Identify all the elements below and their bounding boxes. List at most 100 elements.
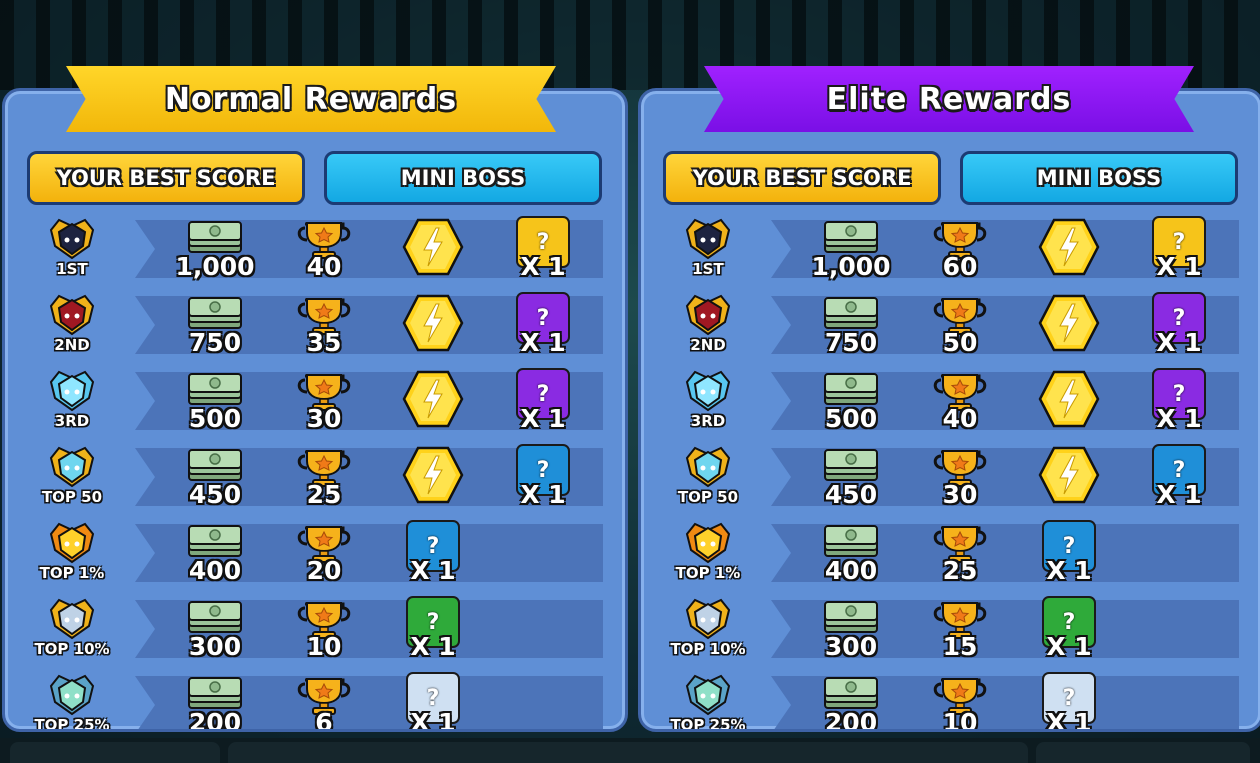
trophy-reward: 40 [278, 216, 370, 282]
crate-quantity: X 1 [1046, 632, 1092, 661]
trophy-reward: 60 [914, 216, 1006, 282]
cash-reward: 500 [805, 368, 897, 434]
your-best-score-label: YOUR BEST SCORE [56, 166, 276, 190]
power-reward[interactable] [387, 292, 479, 358]
trophy-amount: 50 [942, 328, 978, 357]
rank-label: TOP 25% [670, 716, 746, 732]
power-reward[interactable] [1023, 216, 1115, 282]
cash-amount: 400 [824, 556, 878, 585]
cash-reward: 200 [169, 672, 261, 729]
question-mark-icon: ? [426, 533, 440, 559]
cash-amount: 200 [824, 708, 878, 732]
reward-row: TOP 1% 400 25 ? X 1 [641, 520, 1260, 592]
bottom-bar [0, 738, 1260, 763]
crate-reward[interactable]: ? X 1 [1023, 596, 1115, 662]
your-best-score-label: YOUR BEST SCORE [692, 166, 912, 190]
reward-row: 2ND 750 35 ? X 1 [5, 292, 625, 364]
crate-reward[interactable]: ? X 1 [497, 292, 589, 358]
crate-reward[interactable]: ? X 1 [497, 216, 589, 282]
power-reward[interactable] [387, 368, 479, 434]
your-best-score-tab[interactable]: YOUR BEST SCORE [663, 151, 941, 205]
question-mark-icon: ? [1062, 685, 1076, 711]
trophy-amount: 60 [942, 252, 978, 281]
power-reward[interactable] [1023, 368, 1115, 434]
bottom-tab[interactable] [10, 742, 220, 763]
reward-row: 1ST 1,000 40 ? X 1 [5, 216, 625, 288]
crate-reward[interactable]: ? X 1 [387, 672, 479, 729]
crate-quantity: X 1 [1156, 252, 1202, 281]
crate-reward[interactable]: ? X 1 [497, 368, 589, 434]
mini-boss-label: MINI BOSS [400, 166, 526, 190]
power-reward[interactable] [387, 444, 479, 510]
your-best-score-tab[interactable]: YOUR BEST SCORE [27, 151, 305, 205]
crate-quantity: X 1 [1046, 708, 1092, 732]
cash-amount: 300 [188, 632, 242, 661]
crate-quantity: X 1 [520, 404, 566, 433]
trophy-reward: 6 [278, 672, 370, 732]
crate-reward[interactable]: ? X 1 [497, 444, 589, 510]
rank-label: 2ND [54, 336, 90, 354]
mini-boss-tab[interactable]: MINI BOSS [324, 151, 602, 205]
crate-reward[interactable]: ? X 1 [1023, 672, 1115, 732]
crate-reward[interactable]: ? X 1 [1133, 292, 1225, 358]
rank-medal: 1ST [663, 216, 753, 282]
reward-row: 2ND 750 50 ? X 1 [641, 292, 1260, 364]
power-reward[interactable] [387, 216, 479, 282]
mini-boss-label: MINI BOSS [1036, 166, 1162, 190]
crate-reward[interactable]: ? X 1 [1133, 368, 1225, 434]
reward-row: TOP 25% 200 6 ? X 1 [5, 672, 625, 732]
mini-boss-tab[interactable]: MINI BOSS [960, 151, 1238, 205]
rank-label: TOP 25% [34, 716, 110, 732]
rank-label: TOP 1% [39, 564, 105, 582]
rank-medal: TOP 25% [663, 672, 753, 732]
crate-quantity: X 1 [1156, 328, 1202, 357]
power-reward[interactable] [1023, 292, 1115, 358]
trophy-amount: 20 [306, 556, 342, 585]
rank-medal: 1ST [27, 216, 117, 282]
crate-reward[interactable]: ? X 1 [1133, 444, 1225, 510]
cash-reward: 300 [805, 596, 897, 662]
rank-medal: TOP 1% [27, 520, 117, 586]
bottom-tab[interactable] [228, 742, 1028, 763]
trophy-reward: 25 [914, 520, 1006, 586]
rank-medal: TOP 50 [663, 444, 753, 510]
reward-row: 3RD 500 30 ? X 1 [5, 368, 625, 440]
question-mark-icon: ? [536, 381, 550, 407]
crate-reward[interactable]: ? X 1 [1023, 520, 1115, 586]
crate-quantity: X 1 [1046, 556, 1092, 585]
rank-label: TOP 1% [675, 564, 741, 582]
cash-reward: 400 [805, 520, 897, 586]
trophy-reward: 10 [914, 672, 1006, 729]
reward-row: TOP 50 450 25 ? X 1 [5, 444, 625, 516]
rank-medal: 2ND [663, 292, 753, 358]
cash-reward: 750 [805, 292, 897, 358]
power-reward[interactable] [1023, 444, 1115, 510]
cash-reward: 1,000 [169, 216, 261, 282]
crate-quantity: X 1 [410, 556, 456, 585]
rank-label: TOP 10% [670, 640, 746, 658]
cash-reward: 400 [169, 520, 261, 586]
normal-rewards-title: Normal Rewards [164, 81, 458, 117]
trophy-amount: 25 [306, 480, 342, 509]
crate-quantity: X 1 [1156, 404, 1202, 433]
question-mark-icon: ? [536, 229, 550, 255]
rank-label: TOP 10% [34, 640, 110, 658]
crate-quantity: X 1 [520, 480, 566, 509]
rank-medal: 3RD [663, 368, 753, 434]
elite-rewards-panel: YOUR BEST SCORE MINI BOSS 1ST 1,000 60 ?… [638, 88, 1260, 732]
rank-label: TOP 50 [41, 488, 103, 506]
trophy-amount: 30 [942, 480, 978, 509]
crate-reward[interactable]: ? X 1 [387, 520, 479, 586]
bottom-tab[interactable] [1036, 742, 1250, 763]
trophy-reward: 30 [914, 444, 1006, 510]
rank-medal: 3RD [27, 368, 117, 434]
trophy-amount: 6 [315, 708, 333, 732]
trophy-amount: 35 [306, 328, 342, 357]
cash-amount: 1,000 [811, 252, 891, 281]
elite-rewards-title: Elite Rewards [826, 81, 1072, 117]
reward-row: 3RD 500 40 ? X 1 [641, 368, 1260, 440]
crate-reward[interactable]: ? X 1 [1133, 216, 1225, 282]
rank-label: 3RD [690, 412, 726, 430]
cash-reward: 200 [805, 672, 897, 732]
crate-reward[interactable]: ? X 1 [387, 596, 479, 662]
